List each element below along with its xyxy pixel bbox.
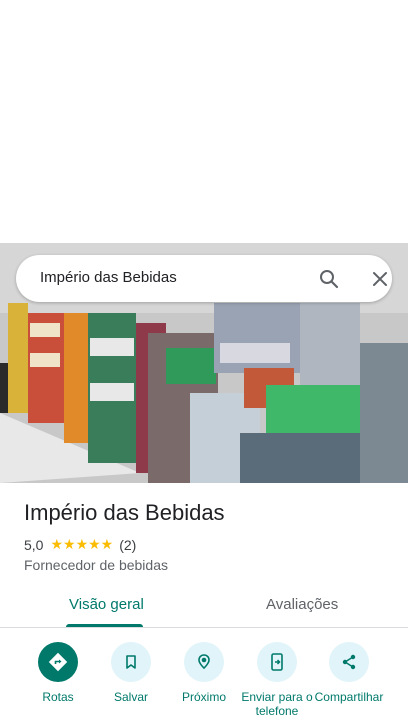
nearby-icon: [184, 642, 224, 682]
share-label: Compartilhar: [314, 690, 384, 704]
nearby-button[interactable]: Próximo: [167, 642, 241, 704]
directions-button[interactable]: Rotas: [21, 642, 95, 704]
map-area: [0, 0, 408, 243]
share-button[interactable]: Compartilhar: [312, 642, 386, 704]
search-icon[interactable]: [317, 267, 341, 291]
star-rating-icon: ★★★★★: [50, 536, 114, 552]
share-icon: [329, 642, 369, 682]
place-category[interactable]: Fornecedor de bebidas: [24, 557, 168, 573]
send-to-phone-icon: [257, 642, 297, 682]
place-title: Império das Bebidas: [24, 500, 225, 525]
divider: [0, 627, 408, 628]
send-to-phone-label: Enviar para o telefone: [241, 690, 313, 718]
save-label: Salvar: [113, 690, 148, 704]
search-input[interactable]: Império das Bebidas: [40, 269, 177, 286]
nearby-label: Próximo: [181, 690, 226, 704]
send-to-phone-button[interactable]: Enviar para o telefone: [240, 642, 314, 718]
review-count: (2): [119, 536, 137, 553]
bookmark-icon: [111, 642, 151, 682]
directions-icon: [38, 642, 78, 682]
rating-row[interactable]: 5,0 ★★★★★ (2): [24, 536, 136, 553]
directions-label: Rotas: [42, 690, 74, 704]
tab-overview[interactable]: Visão geral: [69, 596, 144, 613]
search-bar[interactable]: Império das Bebidas: [16, 255, 392, 302]
save-button[interactable]: Salvar: [94, 642, 168, 704]
close-icon[interactable]: [368, 267, 392, 291]
tab-reviews[interactable]: Avaliações: [266, 596, 338, 613]
rating-value: 5,0: [24, 536, 44, 553]
